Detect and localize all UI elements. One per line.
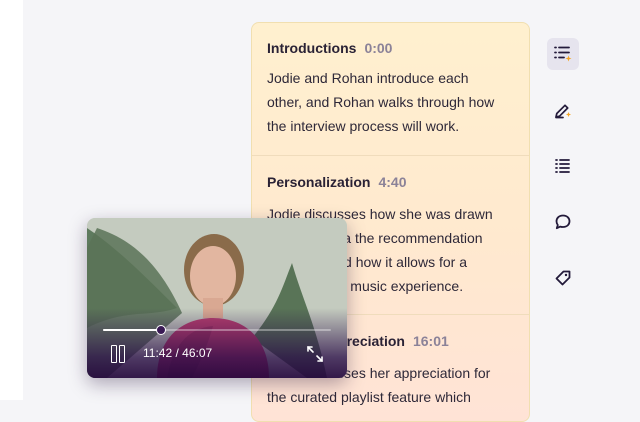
tag-icon (555, 270, 571, 286)
pause-button[interactable] (111, 345, 127, 363)
chapter-timestamp[interactable]: 16:01 (413, 333, 449, 349)
chapter-introductions[interactable]: Introductions 0:00 Jodie and Rohan introd… (252, 23, 529, 156)
tags-button[interactable] (547, 262, 579, 294)
comment-icon (555, 214, 571, 230)
chapter-timestamp[interactable]: 4:40 (378, 174, 406, 190)
comments-button[interactable] (547, 206, 579, 238)
video-player[interactable]: 11:42 / 46:07 (87, 218, 347, 378)
ai-chapters-icon (554, 46, 572, 62)
chapter-heading: Personalization 4:40 (267, 174, 407, 190)
ai-edit-icon (555, 104, 571, 119)
ai-chapters-button[interactable] (547, 38, 579, 70)
seek-handle[interactable] (155, 325, 166, 335)
pause-icon (111, 345, 117, 363)
transcript-list-button[interactable] (547, 150, 579, 182)
chapter-summary: Jodie and Rohan introduce each other, an… (267, 66, 517, 138)
summary-line: the interview process will work. (267, 118, 460, 134)
summary-line: the curated playlist feature which (267, 389, 471, 405)
chapter-title: Personalization (267, 174, 371, 190)
chapter-heading: Introductions 0:00 (267, 40, 392, 56)
left-panel (0, 0, 23, 400)
transcript-list-icon (555, 159, 570, 173)
summary-line: other, and Rohan walks through how (267, 94, 495, 110)
controls-overlay (87, 308, 347, 378)
chapter-timestamp[interactable]: 0:00 (364, 40, 392, 56)
fullscreen-icon (307, 346, 323, 362)
time-readout: 11:42 / 46:07 (143, 346, 213, 360)
summary-line: Jodie and Rohan introduce each (267, 70, 469, 86)
seek-bar[interactable] (103, 325, 331, 335)
seek-progress (103, 329, 161, 331)
chapter-title: Introductions (267, 40, 357, 56)
ai-edit-button[interactable] (547, 94, 579, 126)
fullscreen-button[interactable] (306, 345, 324, 363)
